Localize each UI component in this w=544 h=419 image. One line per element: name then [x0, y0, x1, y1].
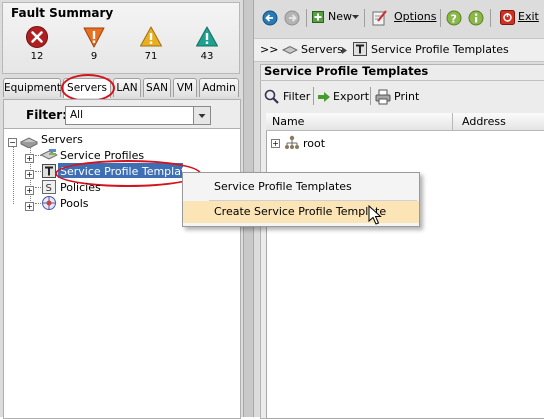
breadcrumb-servers[interactable]: Servers [301, 43, 343, 56]
servers-icon [282, 45, 298, 55]
critical-x-icon [26, 26, 48, 48]
svg-text:?: ? [451, 13, 457, 26]
fault-critical[interactable]: 12 [17, 25, 57, 62]
fault-summary-panel: Fault Summary 12 9 71 43 [2, 2, 240, 74]
filter-funnel-icon[interactable] [264, 89, 280, 105]
forward-arrow-icon[interactable] [284, 10, 300, 26]
print-icon[interactable] [375, 89, 391, 105]
fault-major-count: 9 [90, 51, 98, 62]
fault-minor[interactable]: 71 [131, 25, 171, 62]
fault-minor-count: 71 [144, 51, 158, 62]
breadcrumb-prefix[interactable]: >> [260, 43, 278, 56]
row-expand-root[interactable]: + [271, 139, 280, 148]
annotation-ellipse-servers-tab [61, 74, 115, 102]
tree-collapse-servers[interactable]: − [8, 138, 17, 147]
mouse-cursor-icon [368, 205, 382, 225]
breadcrumb-service-profile-templates[interactable]: Service Profile Templates [371, 43, 509, 56]
policies-icon: S [42, 180, 56, 194]
filter-select[interactable]: All [65, 106, 211, 125]
chevron-down-icon[interactable] [352, 15, 359, 20]
fault-summary-title: Fault Summary [11, 6, 114, 20]
exit-icon[interactable] [500, 10, 515, 25]
help-icon[interactable]: ? [446, 10, 462, 26]
new-plus-icon[interactable] [312, 11, 324, 23]
tab-san[interactable]: SAN [143, 78, 171, 97]
context-menu-item-create-service-profile-template[interactable]: Create Service Profile Template [183, 201, 419, 223]
toolbar-separator [370, 87, 371, 105]
toolbar-separator [440, 9, 441, 27]
tree-connector [13, 142, 14, 204]
fault-major[interactable]: 9 [74, 25, 114, 62]
toolbar-separator [490, 9, 491, 27]
divider [260, 80, 544, 81]
toolbar-separator [313, 87, 314, 105]
filter-value: All [70, 109, 84, 121]
minor-warning-icon [140, 26, 162, 47]
templates-table [266, 113, 544, 419]
tab-admin[interactable]: Admin [199, 78, 239, 97]
options-icon[interactable] [372, 9, 388, 26]
template-t-icon [42, 164, 56, 178]
chevron-down-icon[interactable] [193, 107, 210, 124]
filter-button[interactable]: Filter [283, 90, 310, 103]
table-header: Name Address [266, 113, 544, 131]
tab-lan[interactable]: LAN [113, 78, 141, 97]
tree-expand-service-profile-templates[interactable]: + [25, 170, 34, 179]
tree-node-pools[interactable]: Pools [60, 197, 89, 210]
tree-connector [35, 187, 41, 188]
tree-node-servers[interactable]: Servers [41, 133, 83, 146]
fault-warning-count: 43 [200, 51, 214, 62]
org-hierarchy-icon [285, 135, 299, 149]
pools-icon [42, 196, 56, 210]
svg-text:S: S [46, 183, 52, 194]
filter-label: Filter: [26, 108, 68, 122]
servers-icon [20, 137, 38, 148]
template-t-icon [353, 42, 367, 56]
exit-button[interactable]: Exit [518, 10, 539, 23]
breadcrumb-arrow-icon [342, 47, 347, 54]
options-button[interactable]: Options [394, 10, 436, 23]
toolbar-separator [306, 9, 307, 27]
fault-warning[interactable]: 43 [187, 25, 227, 62]
context-menu-item-label: Service Profile Templates [214, 180, 352, 193]
tab-equipment[interactable]: Equipment [3, 78, 61, 97]
new-button[interactable]: New [328, 10, 352, 23]
toolbar-separator [364, 9, 365, 27]
major-triangle-down-icon [83, 27, 105, 48]
service-profiles-icon [40, 149, 58, 160]
tree-expand-service-profiles[interactable]: + [25, 154, 34, 163]
panel-action-bar: Filter Export Print [264, 87, 544, 109]
info-icon[interactable] [468, 10, 484, 26]
context-menu-item-label: Create Service Profile Template [214, 205, 387, 218]
column-divider [452, 113, 453, 130]
fault-critical-count: 12 [30, 51, 44, 62]
panel-title: Service Profile Templates [264, 64, 429, 78]
tree-node-policies[interactable]: Policies [60, 181, 101, 194]
export-button[interactable]: Export [333, 90, 369, 103]
tree-expand-pools[interactable]: + [25, 202, 34, 211]
tab-vm[interactable]: VM [173, 78, 197, 97]
warning-triangle-icon [196, 26, 218, 47]
export-arrow-icon[interactable] [318, 92, 330, 102]
context-menu: Service Profile Templates Create Service… [182, 172, 420, 227]
context-menu-item-service-profile-templates[interactable]: Service Profile Templates [183, 176, 419, 198]
back-arrow-icon[interactable] [262, 10, 278, 26]
breadcrumb: >> Servers Service Profile Templates [254, 38, 544, 62]
column-header-address[interactable]: Address [462, 115, 506, 128]
tree-expand-policies[interactable]: + [25, 186, 34, 195]
table-row-root[interactable]: root [303, 137, 325, 150]
print-button[interactable]: Print [394, 90, 419, 103]
nav-tabs: Equipment Servers LAN SAN VM Admin [3, 78, 239, 98]
main-toolbar: New Options ? Exit [254, 6, 544, 30]
tree-connector [35, 171, 41, 172]
column-header-name[interactable]: Name [272, 115, 304, 128]
